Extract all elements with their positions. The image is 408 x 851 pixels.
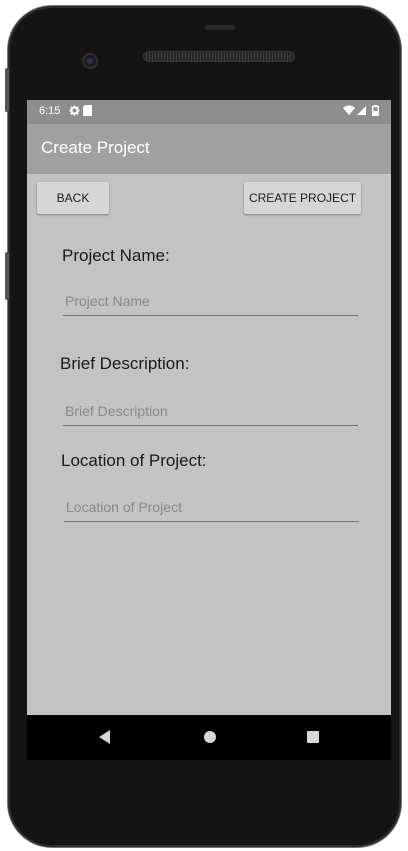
page-title: Create Project: [41, 138, 150, 157]
brief-description-label: Brief Description:: [60, 354, 190, 373]
app-bar: Create Project: [27, 124, 391, 174]
top-speaker-grille: [143, 51, 295, 62]
create-project-button[interactable]: CREATE PROJECT: [244, 182, 361, 214]
back-button[interactable]: BACK: [37, 182, 109, 214]
brief-description-input[interactable]: [63, 397, 358, 426]
cell-signal-icon: [357, 105, 367, 120]
project-name-input[interactable]: [63, 287, 358, 316]
top-earpiece: [205, 25, 235, 30]
volume-button: [5, 252, 9, 300]
sd-card-icon: [83, 105, 92, 120]
create-project-form: BACK CREATE PROJECT Project Name: Brief …: [27, 174, 391, 715]
location-label: Location of Project:: [61, 451, 207, 470]
power-button: [5, 68, 9, 112]
recents-square-icon[interactable]: [307, 731, 319, 743]
project-name-label: Project Name:: [62, 246, 170, 265]
status-bar: 6:15: [27, 100, 391, 124]
gear-icon: [69, 105, 80, 120]
screen: 6:15 Create Project BACK CREATE PROJECT …: [27, 100, 391, 760]
front-camera-icon: [82, 53, 98, 69]
back-triangle-icon[interactable]: [99, 730, 110, 744]
status-time: 6:15: [39, 105, 61, 117]
navigation-bar: [27, 715, 391, 760]
location-input[interactable]: [64, 493, 359, 522]
home-circle-icon[interactable]: [204, 731, 216, 743]
battery-icon: [371, 105, 379, 120]
wifi-icon: [343, 105, 355, 120]
